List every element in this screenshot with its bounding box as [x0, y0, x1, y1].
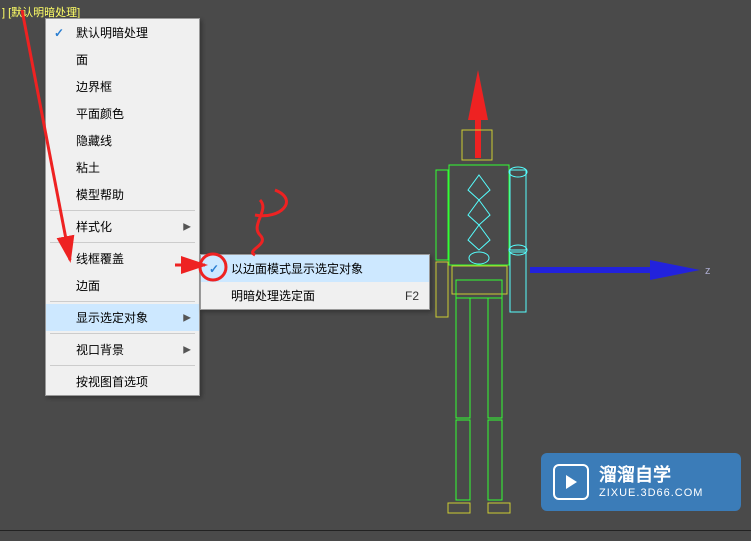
menu-separator	[50, 365, 195, 366]
menu-separator	[50, 301, 195, 302]
menu-bounding-box[interactable]: 边界框	[46, 73, 199, 100]
menu-separator	[50, 242, 195, 243]
menu-label: 以边面模式显示选定对象	[231, 262, 363, 276]
menu-stylize[interactable]: 样式化 ▶	[46, 213, 199, 240]
chevron-right-icon: ▶	[183, 312, 191, 323]
menu-separator	[50, 333, 195, 334]
menu-label: 模型帮助	[76, 188, 124, 202]
menu-wireframe-override[interactable]: 线框覆盖	[46, 245, 199, 272]
menu-clay[interactable]: 粘土	[46, 154, 199, 181]
menu-label: 明暗处理选定面	[231, 289, 315, 303]
menu-label: 样式化	[76, 220, 112, 234]
show-selected-submenu[interactable]: ✓ 以边面模式显示选定对象 明暗处理选定面 F2	[200, 254, 430, 310]
menu-hidden-line[interactable]: 隐藏线	[46, 127, 199, 154]
submenu-shade-selected-face[interactable]: 明暗处理选定面 F2	[201, 282, 429, 309]
menu-separator	[50, 210, 195, 211]
watermark-title: 溜溜自学	[599, 465, 703, 487]
watermark-url: ZIXUE.3D66.COM	[599, 487, 703, 499]
menu-label: 隐藏线	[76, 134, 112, 148]
watermark-badge: 溜溜自学 ZIXUE.3D66.COM	[541, 453, 741, 511]
play-icon	[553, 464, 589, 500]
chevron-right-icon: ▶	[183, 344, 191, 355]
menu-label: 显示选定对象	[76, 311, 148, 325]
menu-label: 粘土	[76, 161, 100, 175]
menu-label: 边面	[76, 279, 100, 293]
check-icon: ✓	[209, 262, 219, 276]
menu-edge-face[interactable]: 边面	[46, 272, 199, 299]
check-icon: ✓	[54, 26, 64, 40]
menu-flat-color[interactable]: 平面颜色	[46, 100, 199, 127]
menu-label: 线框覆盖	[76, 252, 124, 266]
menu-label: 面	[76, 53, 88, 67]
menu-face[interactable]: 面	[46, 46, 199, 73]
menu-viewport-bg[interactable]: 视口背景 ▶	[46, 336, 199, 363]
shortcut-label: F2	[405, 289, 419, 303]
shading-context-menu[interactable]: ✓ 默认明暗处理 面 边界框 平面颜色 隐藏线 粘土 模型帮助 样式化 ▶ 线框…	[45, 18, 200, 396]
menu-model-help[interactable]: 模型帮助	[46, 181, 199, 208]
chevron-right-icon: ▶	[183, 221, 191, 232]
menu-label: 边界框	[76, 80, 112, 94]
axis-z-label: z	[705, 265, 711, 277]
menu-label: 默认明暗处理	[76, 26, 148, 40]
menu-show-selected[interactable]: 显示选定对象 ▶	[46, 304, 199, 331]
submenu-edge-face-selected[interactable]: ✓ 以边面模式显示选定对象	[201, 255, 429, 282]
menu-per-view-prefs[interactable]: 按视图首选项	[46, 368, 199, 395]
menu-default-shading[interactable]: ✓ 默认明暗处理	[46, 19, 199, 46]
menu-label: 按视图首选项	[76, 375, 148, 389]
menu-label: 平面颜色	[76, 107, 124, 121]
menu-label: 视口背景	[76, 343, 124, 357]
